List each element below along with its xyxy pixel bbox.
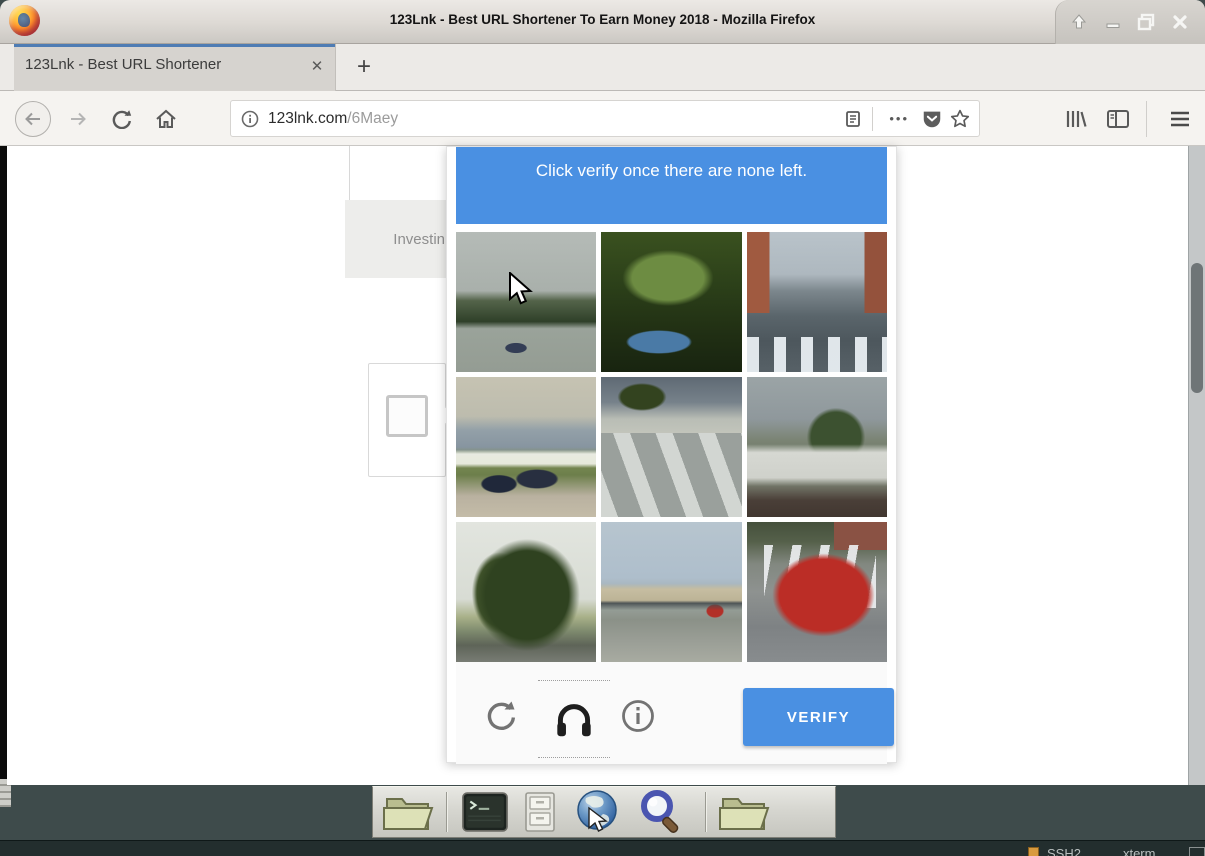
window-title: 123Lnk - Best URL Shortener To Earn Mone… [0,0,1205,40]
search-icon[interactable] [628,789,696,835]
captcha-tile-8[interactable] [601,522,741,662]
forward-button[interactable] [60,91,96,146]
process-icon [1028,847,1039,856]
captcha-tile-7[interactable] [456,522,596,662]
table-row-label: Investin [345,200,446,278]
menu-button[interactable] [1162,91,1198,146]
recaptcha-checkbox-widget [368,363,446,477]
process-label: xterm [1123,846,1156,856]
url-domain: 123lnk.com [268,110,347,127]
captcha-info-button[interactable] [620,698,656,739]
reader-mode-icon[interactable] [844,110,862,128]
tab-title: 123Lnk - Best URL Shortener [25,56,297,78]
verify-button[interactable]: VERIFY [743,688,894,746]
captcha-tile-6[interactable] [747,377,887,517]
shade-window-icon[interactable] [1068,11,1090,33]
captcha-audio-focus-ring [538,680,610,758]
file-manager-icon[interactable] [379,789,437,835]
background-window-edge [0,146,7,785]
hamburger-menu-icon [1169,110,1191,128]
pocket-icon[interactable] [921,108,943,130]
page-content: Investin Click verify once there are non… [7,146,1188,785]
tab-active[interactable]: 123Lnk - Best URL Shortener ✕ [14,44,336,91]
captcha-tile-2[interactable] [601,232,741,372]
page-scrollbar[interactable] [1188,146,1205,785]
url-path: /6Maey [347,110,398,127]
file-archiver-icon[interactable] [514,789,566,835]
table-border [349,146,350,200]
dock-separator [705,792,706,832]
page-actions-icon[interactable]: ••• [889,111,909,126]
navigation-toolbar: 123lnk.com/6Maey ••• [0,91,1205,146]
captcha-tile-3[interactable] [747,232,887,372]
sidebar-button[interactable] [1100,91,1136,146]
back-button[interactable] [13,91,53,146]
captcha-tile-9[interactable] [747,522,887,662]
bookmark-star-icon[interactable] [949,108,971,130]
site-info-icon[interactable] [241,110,259,128]
forward-arrow-icon [68,109,88,129]
library-icon [1064,108,1088,130]
status-items: SSH2 xterm [1028,846,1205,856]
home-icon [155,108,177,130]
web-browser-icon[interactable] [566,789,628,835]
reload-button[interactable] [104,91,140,146]
urlbar-divider [872,107,873,131]
terminal-icon[interactable] [456,789,514,835]
url-text[interactable]: 123lnk.com/6Maey [268,110,844,128]
desktop: 123Lnk - Best URL Shortener To Earn Mone… [0,0,1205,856]
captcha-reload-button[interactable] [484,698,518,737]
window-titlebar[interactable]: 123Lnk - Best URL Shortener To Earn Mone… [0,0,1205,44]
minimize-window-icon[interactable] [1102,11,1124,33]
dock-separator [446,792,447,832]
file-manager-2-icon[interactable] [715,789,773,835]
tab-bar: 123Lnk - Best URL Shortener ✕ + [0,44,1205,91]
active-tab-indicator [14,44,335,47]
captcha-tile-4[interactable] [456,377,596,517]
toolbar-divider [1146,101,1147,137]
info-icon [620,698,656,734]
status-strip: SSH2 xterm [0,840,1205,856]
maximize-window-icon[interactable] [1135,11,1157,33]
captcha-instruction: Click verify once there are none left. [456,147,887,224]
headphones-icon[interactable] [553,699,595,739]
process-label: SSH2 [1047,846,1081,856]
mouse-cursor [508,272,534,311]
close-window-icon[interactable] [1169,11,1191,33]
new-tab-button[interactable]: + [348,52,380,84]
window-controls [1055,0,1205,44]
recaptcha-challenge-popup: Click verify once there are none left. [446,146,897,763]
window-list-fragment [1189,847,1205,856]
library-button[interactable] [1058,91,1094,146]
scrollbar-thumb[interactable] [1191,263,1203,393]
back-arrow-icon [15,101,51,137]
sidebar-icon [1106,109,1130,129]
captcha-tile-5[interactable] [601,377,741,517]
recaptcha-checkbox[interactable] [386,395,428,437]
taskbar-dock [372,786,836,838]
url-bar[interactable]: 123lnk.com/6Maey ••• [230,100,980,137]
reload-icon [112,109,132,129]
home-button[interactable] [148,91,184,146]
reload-icon [484,698,518,732]
captcha-controls: VERIFY [456,662,887,764]
tab-close-icon[interactable]: ✕ [307,57,327,77]
